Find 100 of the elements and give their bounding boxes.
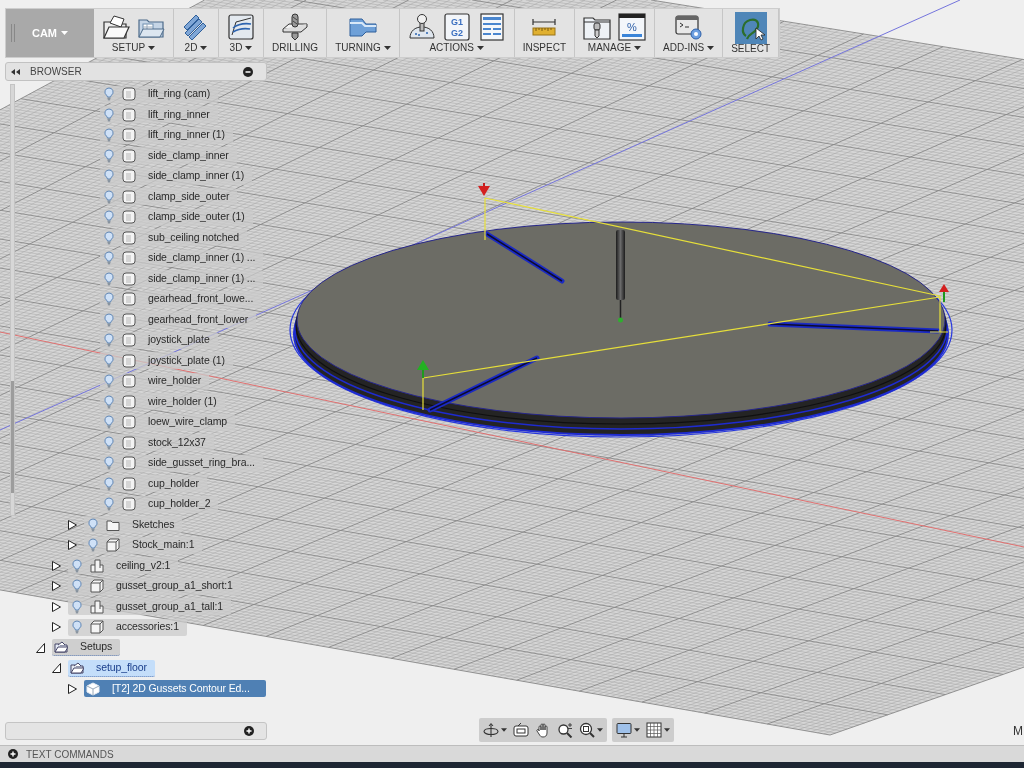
disclosure-triangle-icon[interactable] [52,663,61,674]
tree-item[interactable]: side_clamp_inner [100,147,237,165]
lightbulb-icon[interactable] [72,599,82,614]
lightbulb-icon[interactable] [104,394,114,409]
toolbar-menu-button[interactable]: TURNING [335,42,391,54]
tree-item[interactable]: [T2] 2D Gussets Contour Ed... [84,680,266,698]
fit-button[interactable] [578,720,604,740]
tree-item[interactable]: gusset_group_a1_tall:1 [68,598,231,616]
tree-item[interactable]: sub_ceiling notched [100,229,247,247]
caret-icon [476,46,484,51]
lightbulb-icon[interactable] [104,353,114,368]
g-code-icon[interactable]: G1 G2 [442,13,471,42]
orbit-button[interactable] [482,720,508,740]
caret-icon [707,46,715,51]
lightbulb-icon[interactable] [104,312,114,327]
lightbulb-icon[interactable] [104,476,114,491]
surface-icon[interactable] [227,13,255,42]
drill-icon[interactable] [281,13,310,42]
display-button[interactable] [615,720,641,740]
tree-item[interactable]: lift_ring_inner [100,106,218,124]
tree-item[interactable]: accessories:1 [68,618,187,636]
plus-circle-icon[interactable] [244,726,254,736]
tree-item[interactable]: ceiling_v2:1 [68,557,179,575]
lightbulb-icon[interactable] [104,333,114,348]
disclosure-triangle-icon[interactable] [68,540,77,551]
lightbulb-icon[interactable] [104,230,114,245]
box-icon [122,497,136,512]
disclosure-triangle-icon[interactable] [36,642,45,653]
disclosure-triangle-icon[interactable] [52,560,61,571]
caret-icon [200,46,208,51]
lightbulb-icon[interactable] [104,497,114,512]
box-icon [122,435,136,450]
joystick-icon[interactable] [407,13,436,42]
open-folder-icon[interactable] [102,13,130,42]
lightbulb-icon[interactable] [72,579,82,594]
lightbulb-icon[interactable] [88,538,98,553]
tree-item[interactable]: joystick_plate (1) [100,352,233,370]
caret-icon [61,31,69,35]
tree-item[interactable]: wire_holder (1) [100,393,225,411]
box-icon [122,107,136,122]
minus-circle-icon[interactable] [243,66,253,77]
cube-icon [106,538,120,553]
lightbulb-icon[interactable] [104,271,114,286]
caret-icon [501,728,507,732]
lightbulb-icon[interactable] [72,620,82,635]
lightbulb-icon[interactable] [104,87,114,102]
lightbulb-icon[interactable] [104,456,114,471]
percent-window-icon[interactable]: % [618,13,647,42]
tree-item[interactable]: cup_holder [100,475,207,493]
lightbulb-icon[interactable] [104,292,114,307]
toolbar-menu-button[interactable]: ACTIONS [429,42,484,54]
toolbar-menu-button[interactable]: 3D [229,42,253,54]
box-icon [122,230,136,245]
double-arrow-left-icon[interactable] [11,68,20,75]
zoom-button[interactable] [556,720,574,740]
disclosure-triangle-icon[interactable] [52,581,61,592]
terminal-window-icon[interactable] [674,13,703,42]
toolbar-menu-button[interactable]: SELECT [731,44,771,54]
hand-icon [535,722,551,738]
text-commands-label: TEXT COMMANDS [26,747,114,762]
grid-button[interactable] [645,720,671,740]
disclosure-triangle-icon[interactable] [52,601,61,612]
tree-item[interactable]: setup_floor [68,659,155,677]
tree-item[interactable]: clamp_side_outer [100,188,238,206]
toolbar-menu-button[interactable]: 2D [184,42,208,54]
lasso-icon[interactable] [734,12,767,44]
lightbulb-icon[interactable] [104,210,114,225]
tree-item[interactable]: gearhead_front_lower [100,311,257,329]
disclosure-triangle-icon[interactable] [68,683,77,694]
toolbar-menu-button[interactable]: DRILLING [272,42,319,54]
disclosure-triangle-icon[interactable] [68,519,77,530]
lightbulb-icon[interactable] [104,374,114,389]
lightbulb-icon[interactable] [104,169,114,184]
lightbulb-icon[interactable] [72,558,82,573]
scrollbar-thumb[interactable] [11,381,14,493]
caret-icon [148,46,156,51]
lightbulb-icon[interactable] [104,148,114,163]
status-text: M [1013,723,1023,740]
tree-item[interactable]: Setups [52,639,121,657]
caret-icon [383,46,391,51]
lightbulb-icon[interactable] [104,435,114,450]
lightbulb-icon[interactable] [104,415,114,430]
plus-circle-icon[interactable] [8,749,18,759]
tree-item[interactable]: side_clamp_inner (1) ... [100,270,264,288]
lightbulb-icon[interactable] [104,128,114,143]
tree-item[interactable]: Sketches [84,516,183,534]
lightbulb-icon[interactable] [104,251,114,266]
document-icon[interactable] [477,13,506,42]
lightbulb-icon[interactable] [88,517,98,532]
look-at-button[interactable] [512,720,530,740]
tree-item[interactable]: stock_12x37 [100,434,214,452]
lightbulb-icon[interactable] [104,189,114,204]
open-folder-icon [70,660,84,675]
lightbulb-icon[interactable] [104,107,114,122]
toolbar-menu-button[interactable]: SETUP [111,42,156,54]
toolbar-menu-button[interactable]: INSPECT [522,42,567,54]
arrow-up-icon [417,360,429,379]
toolbar-menu-button[interactable]: MANAGE [587,42,642,54]
disclosure-triangle-icon[interactable] [52,622,61,633]
toolbar-menu-button[interactable]: ADD-INS [663,42,715,54]
